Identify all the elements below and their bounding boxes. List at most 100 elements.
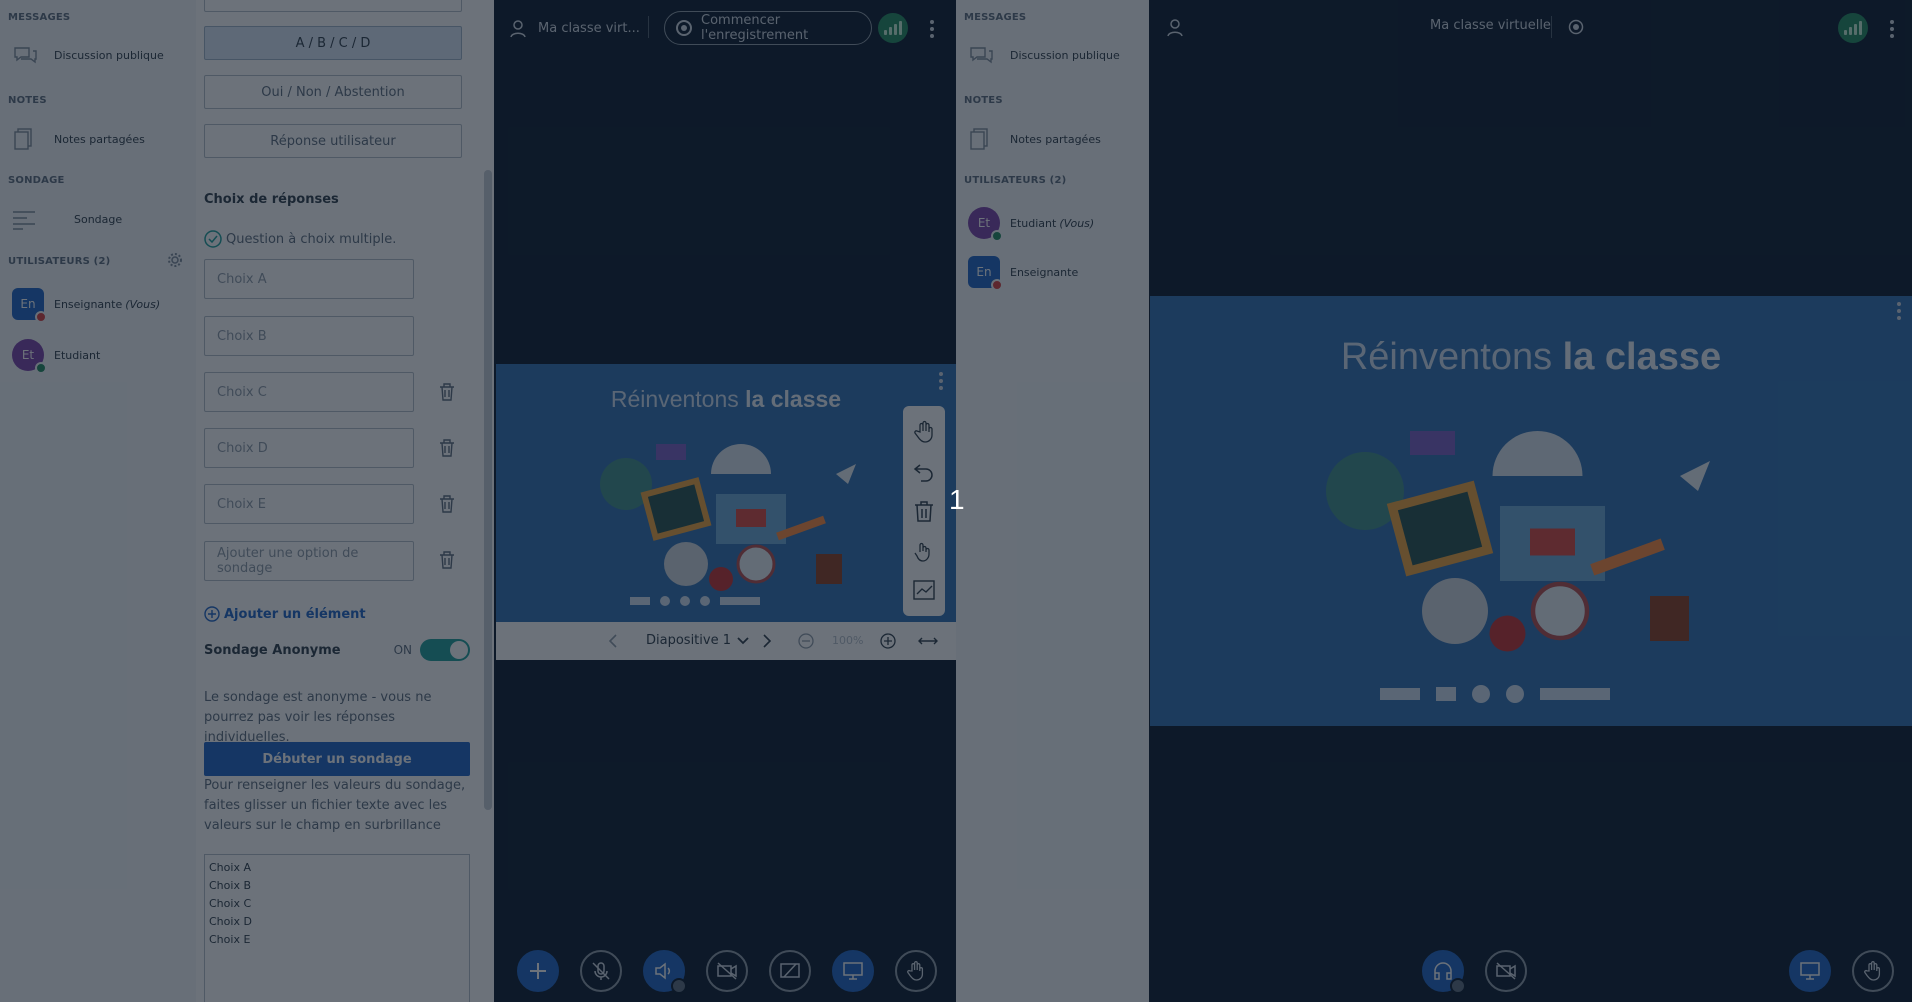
trash-icon[interactable] bbox=[439, 383, 455, 401]
screenshot-root: MESSAGES Discussion publique NOTES Notes… bbox=[0, 0, 1912, 1002]
student-userlist-panel: MESSAGES Discussion publique NOTES Notes… bbox=[956, 0, 1149, 1002]
user-row-student[interactable]: Et Etudiant (Vous) bbox=[968, 207, 1094, 242]
poll-scrollbar[interactable] bbox=[484, 170, 492, 810]
record-button[interactable]: Commencer l'enregistrement bbox=[664, 11, 872, 45]
shared-notes-label: Notes partagées bbox=[54, 132, 145, 146]
mute-mic-button[interactable] bbox=[580, 950, 622, 992]
notes-icon bbox=[14, 128, 32, 150]
screenshare-button[interactable] bbox=[769, 950, 811, 992]
poll-type-button-hidden[interactable] bbox=[204, 0, 462, 12]
user-name: Enseignante bbox=[54, 297, 123, 311]
choice-input-d[interactable]: Choix D bbox=[204, 428, 414, 468]
avatar-initials: Et bbox=[977, 216, 991, 230]
textarea-line: Choix C bbox=[209, 897, 252, 910]
user-name: Enseignante bbox=[1010, 265, 1079, 279]
poll-values-textarea[interactable]: Choix A Choix B Choix C Choix D Choix E bbox=[204, 854, 470, 1002]
chat-icon bbox=[970, 47, 993, 64]
trash-icon[interactable] bbox=[439, 495, 455, 513]
shared-notes-item[interactable]: Notes partagées bbox=[968, 127, 1101, 151]
audio-settings-badge[interactable] bbox=[1450, 978, 1466, 994]
teacher-presentation-slide[interactable]: Réinventons la classe bbox=[496, 364, 956, 622]
user-icon bbox=[510, 20, 526, 38]
connection-status-icon[interactable] bbox=[878, 13, 908, 43]
trash-icon[interactable] bbox=[439, 551, 455, 569]
add-option-input[interactable]: Ajouter une option de sondage bbox=[204, 541, 414, 581]
record-icon bbox=[676, 20, 692, 36]
slide-label: Diapositive 1 bbox=[646, 633, 731, 648]
check-circle-icon bbox=[204, 230, 222, 248]
fit-width-icon[interactable] bbox=[918, 634, 938, 648]
slide-title-light: Réinventons bbox=[1340, 336, 1563, 378]
gear-icon[interactable] bbox=[168, 253, 182, 267]
slide-title-bold: la classe bbox=[1562, 336, 1722, 378]
presentation-button[interactable] bbox=[832, 950, 874, 992]
audio-button[interactable] bbox=[643, 950, 687, 994]
undo-icon[interactable] bbox=[912, 459, 936, 483]
drag-info: Pour renseigner les valeurs du sondage, … bbox=[204, 778, 466, 833]
actions-plus-button[interactable] bbox=[517, 950, 559, 992]
section-title-notes: NOTES bbox=[8, 95, 47, 106]
user-row-teacher[interactable]: En Enseignante bbox=[968, 256, 1079, 291]
options-menu-icon[interactable] bbox=[1890, 20, 1894, 38]
user-suffix: (Vous) bbox=[125, 297, 161, 311]
slide-options-icon[interactable] bbox=[1897, 302, 1901, 320]
textarea-line: Choix A bbox=[209, 861, 251, 874]
student-meeting-title: Ma classe virtuelle bbox=[1430, 18, 1551, 33]
chat-icon bbox=[14, 47, 37, 64]
zoom-out-icon[interactable] bbox=[798, 633, 814, 649]
raise-hand-button[interactable] bbox=[895, 950, 937, 992]
add-item-label: Ajouter un élément bbox=[224, 606, 366, 622]
choice-input-a[interactable]: Choix A bbox=[204, 259, 414, 299]
webcam-button[interactable] bbox=[1485, 950, 1527, 992]
headphones-icon bbox=[1434, 962, 1452, 980]
teacher-userlist-panel: MESSAGES Discussion publique NOTES Notes… bbox=[0, 0, 196, 1002]
multiple-choice-label: Question à choix multiple. bbox=[226, 231, 397, 247]
status-dot bbox=[991, 230, 1003, 242]
multi-user-pointer-icon[interactable] bbox=[912, 539, 936, 563]
choice-input-e[interactable]: Choix E bbox=[204, 484, 414, 524]
teacher-title-area[interactable]: Ma classe virt... bbox=[508, 18, 640, 38]
poll-type-abcd-button[interactable]: A / B / C / D bbox=[204, 26, 462, 60]
audio-settings-badge[interactable] bbox=[671, 978, 687, 994]
choice-input-b[interactable]: Choix B bbox=[204, 316, 414, 356]
zoom-in-icon[interactable] bbox=[880, 633, 896, 649]
poll-type-user-response-button[interactable]: Réponse utilisateur bbox=[204, 124, 462, 158]
trash-icon[interactable] bbox=[912, 499, 936, 523]
choice-input-c[interactable]: Choix C bbox=[204, 372, 414, 412]
options-menu-icon[interactable] bbox=[930, 20, 934, 38]
connection-status-icon[interactable] bbox=[1838, 13, 1868, 43]
multiple-choice-toggle[interactable]: Question à choix multiple. bbox=[204, 230, 396, 248]
start-poll-button[interactable]: Débuter un sondage bbox=[204, 742, 470, 776]
hand-tool-icon[interactable] bbox=[912, 420, 936, 444]
user-row-teacher[interactable]: En Enseignante (Vous) bbox=[12, 288, 161, 323]
user-row-student[interactable]: Et Etudiant bbox=[12, 339, 100, 374]
student-presentation-slide[interactable]: Réinventons la classe bbox=[1150, 296, 1912, 726]
slide-illustration bbox=[600, 444, 856, 591]
status-dot bbox=[35, 311, 47, 323]
shared-notes-item[interactable]: Notes partagées bbox=[12, 127, 145, 151]
public-chat-item[interactable]: Discussion publique bbox=[968, 44, 1120, 66]
chevron-left-icon[interactable] bbox=[608, 634, 618, 648]
zoom-level: 100% bbox=[832, 634, 864, 647]
webcam-button[interactable] bbox=[706, 950, 748, 992]
poll-item[interactable]: Sondage bbox=[12, 208, 122, 230]
avatar-initials: En bbox=[20, 297, 36, 311]
presentation-button[interactable] bbox=[1789, 950, 1831, 992]
chevron-right-icon[interactable] bbox=[762, 634, 772, 648]
chevron-down-icon bbox=[737, 636, 749, 644]
notes-icon bbox=[970, 128, 988, 150]
anonymous-toggle[interactable] bbox=[420, 639, 470, 661]
user-icon[interactable] bbox=[1165, 17, 1185, 37]
public-chat-item[interactable]: Discussion publique bbox=[12, 44, 164, 66]
whiteboard-toolbar bbox=[903, 406, 945, 616]
step-marker: 1 bbox=[949, 484, 965, 515]
headphones-button[interactable] bbox=[1422, 950, 1466, 994]
add-item-link[interactable]: Ajouter un élément bbox=[204, 606, 366, 622]
slide-options-icon[interactable] bbox=[939, 372, 943, 390]
divider bbox=[1551, 16, 1552, 38]
poll-type-yesno-button[interactable]: Oui / Non / Abstention bbox=[204, 75, 462, 109]
raise-hand-button[interactable] bbox=[1852, 950, 1894, 992]
chart-icon[interactable] bbox=[912, 578, 936, 602]
slide-select[interactable]: Diapositive 1 bbox=[646, 633, 749, 648]
trash-icon[interactable] bbox=[439, 439, 455, 457]
